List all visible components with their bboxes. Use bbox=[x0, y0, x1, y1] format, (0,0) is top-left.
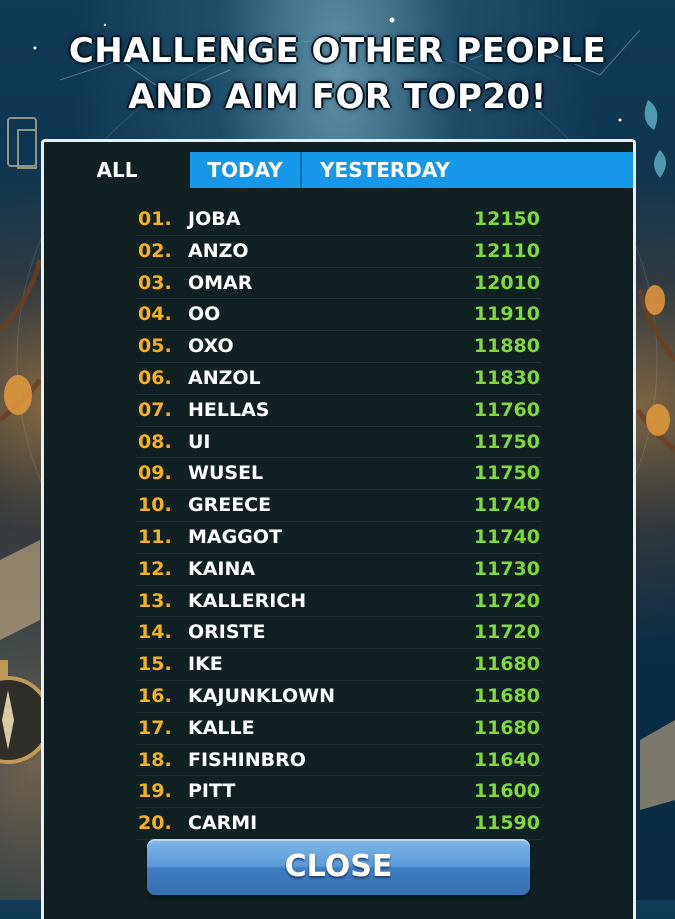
leaderboard-row: 13. KALLERICH 11720 bbox=[136, 586, 542, 618]
player-name: CARMI bbox=[188, 812, 258, 835]
player-score: 11680 bbox=[473, 684, 540, 707]
leaderboard-row: 17. KALLE 11680 bbox=[136, 713, 542, 745]
player-name: JOBA bbox=[188, 208, 241, 230]
player-name: WUSEL bbox=[188, 462, 264, 485]
leaderboard-row: 18. FISHINBRO 11640 bbox=[136, 745, 542, 777]
rank-label: 04. bbox=[138, 303, 172, 326]
tab-today[interactable]: TODAY bbox=[190, 152, 302, 188]
player-name: OO bbox=[188, 303, 221, 326]
leaderboard-row: 16. KAJUNKLOWN 11680 bbox=[136, 681, 542, 713]
rank-label: 18. bbox=[138, 748, 172, 771]
leaderboard-row: 19. PITT 11600 bbox=[136, 776, 542, 809]
player-score: 11740 bbox=[473, 494, 540, 517]
player-score: 11830 bbox=[473, 366, 540, 389]
player-name: KALLE bbox=[188, 716, 255, 739]
leaderboard-row: 05. OXO 11880 bbox=[136, 331, 542, 363]
player-score: 11600 bbox=[473, 780, 540, 803]
player-name: MAGGOT bbox=[188, 525, 282, 548]
player-name: UI bbox=[188, 430, 211, 453]
rank-label: 11. bbox=[138, 525, 172, 548]
rank-label: 01. bbox=[138, 208, 172, 230]
player-score: 12150 bbox=[473, 208, 540, 230]
player-name: IKE bbox=[188, 653, 223, 676]
rank-label: 12. bbox=[138, 557, 172, 580]
rank-label: 16. bbox=[138, 684, 172, 707]
player-name: KALLERICH bbox=[188, 589, 307, 612]
player-name: ANZOL bbox=[188, 366, 261, 389]
leaderboard-row: 06. ANZOL 11830 bbox=[136, 363, 542, 395]
player-score: 11730 bbox=[473, 557, 540, 580]
leaderboard-row: 01. JOBA 12150 bbox=[136, 204, 542, 236]
leaderboard-row: 03. OMAR 12010 bbox=[136, 268, 542, 300]
tab-yesterday[interactable]: YESTERDAY bbox=[302, 152, 633, 188]
player-name: FISHINBRO bbox=[188, 748, 306, 771]
rank-label: 07. bbox=[138, 398, 172, 421]
player-name: GREECE bbox=[188, 494, 272, 517]
leaderboard-row: 09. WUSEL 11750 bbox=[136, 458, 542, 491]
player-score: 11880 bbox=[473, 335, 540, 358]
rank-label: 06. bbox=[138, 366, 172, 389]
rank-label: 19. bbox=[138, 780, 172, 803]
headline-line-1: CHALLENGE OTHER PEOPLE bbox=[68, 31, 607, 71]
headline: CHALLENGE OTHER PEOPLE AND AIM FOR TOP20… bbox=[0, 28, 675, 120]
player-score: 11720 bbox=[473, 621, 540, 644]
leaderboard-row: 10. GREECE 11740 bbox=[136, 490, 542, 522]
player-name: OMAR bbox=[188, 271, 253, 294]
player-score: 11740 bbox=[473, 525, 540, 548]
rank-label: 15. bbox=[138, 653, 172, 676]
rank-label: 10. bbox=[138, 494, 172, 517]
player-name: PITT bbox=[188, 780, 236, 803]
player-score: 11680 bbox=[473, 653, 540, 676]
leaderboard-row: 02. ANZO 12110 bbox=[136, 236, 542, 268]
close-button[interactable]: CLOSE bbox=[147, 839, 530, 895]
player-score: 11640 bbox=[473, 748, 540, 771]
rank-label: 03. bbox=[138, 271, 172, 294]
rank-label: 17. bbox=[138, 716, 172, 739]
rank-label: 14. bbox=[138, 621, 172, 644]
player-name: HELLAS bbox=[188, 398, 270, 421]
tab-bar: ALL TODAY YESTERDAY bbox=[44, 152, 633, 190]
rank-label: 20. bbox=[138, 812, 172, 835]
leaderboard-row: 04. OO 11910 bbox=[136, 299, 542, 332]
player-score: 11750 bbox=[473, 430, 540, 453]
tab-yesterday-label: YESTERDAY bbox=[320, 158, 450, 182]
player-score: 11760 bbox=[473, 398, 540, 421]
player-name: KAJUNKLOWN bbox=[188, 684, 335, 707]
leaderboard-row: 20. CARMI 11590 bbox=[136, 808, 542, 840]
rank-label: 13. bbox=[138, 589, 172, 612]
tab-all[interactable]: ALL bbox=[44, 152, 190, 188]
rank-label: 08. bbox=[138, 430, 172, 453]
headline-line-2: AND AIM FOR TOP20! bbox=[128, 77, 547, 117]
player-score: 11720 bbox=[473, 589, 540, 612]
leaderboard-list: 01. JOBA 12150 02. ANZO 12110 03. OMAR 12010 04. O… bbox=[136, 204, 542, 840]
leaderboard-row: 14. ORISTE 11720 bbox=[136, 617, 542, 650]
rank-label: 02. bbox=[138, 239, 172, 262]
leaderboard-row: 07. HELLAS 11760 bbox=[136, 395, 542, 427]
leaderboard-row: 15. IKE 11680 bbox=[136, 649, 542, 681]
player-score: 11590 bbox=[473, 812, 540, 835]
rank-label: 09. bbox=[138, 462, 172, 485]
player-name: ORISTE bbox=[188, 621, 266, 644]
player-score: 11680 bbox=[473, 716, 540, 739]
player-score: 12110 bbox=[473, 239, 540, 262]
rank-label: 05. bbox=[138, 335, 172, 358]
leaderboard-row: 11. MAGGOT 11740 bbox=[136, 522, 542, 554]
player-name: ANZO bbox=[188, 239, 249, 262]
player-name: KAINA bbox=[188, 557, 256, 580]
leaderboard-row: 12. KAINA 11730 bbox=[136, 554, 542, 586]
leaderboard-panel: ALL TODAY YESTERDAY 01. JOBA 12150 02. ANZO 1… bbox=[41, 139, 636, 919]
leaderboard-row: 08. UI 11750 bbox=[136, 427, 542, 459]
player-score: 11750 bbox=[473, 462, 540, 485]
player-score: 11910 bbox=[473, 303, 540, 326]
player-name: OXO bbox=[188, 335, 234, 358]
player-score: 12010 bbox=[473, 271, 540, 294]
